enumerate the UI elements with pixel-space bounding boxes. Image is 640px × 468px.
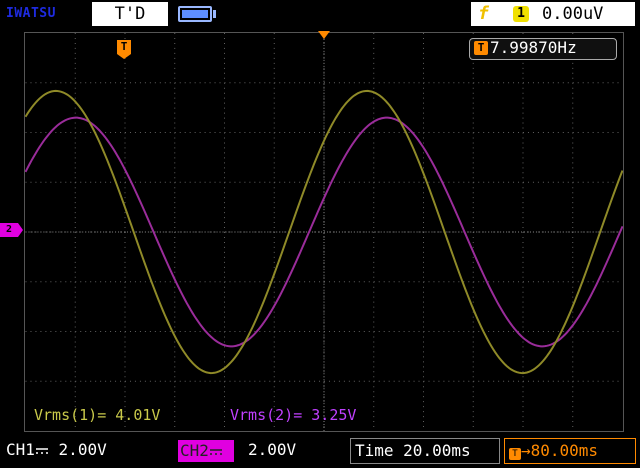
battery-terminal [213, 10, 216, 18]
ch1-scale-indicator[interactable]: CH1 2.00V [6, 440, 107, 459]
trigger-position-marker[interactable]: T [117, 40, 131, 59]
trigger-mode-indicator[interactable]: T'D [92, 2, 168, 26]
ch1-vrms-measurement: Vrms(1)= 4.01V [34, 406, 161, 424]
brand-logo: IWATSU [6, 6, 56, 21]
ch2-marker-arrow [18, 223, 23, 237]
ch2-scale-selector[interactable]: CH2 [178, 440, 234, 462]
ch2-ground-marker[interactable]: 2 [0, 223, 18, 237]
trigger-marker-icon: T [117, 40, 131, 54]
waveform-display[interactable] [24, 32, 624, 432]
time-scale: 20.00ms [403, 441, 471, 460]
trigger-delay-icon: T [509, 448, 521, 460]
frequency-value: 7.99870Hz [490, 38, 577, 57]
battery-icon [178, 6, 212, 22]
trigger-delay-value: →80.00ms [521, 441, 599, 460]
timebase-indicator[interactable]: Time 20.00ms [350, 438, 500, 464]
ch2-vrms-measurement: Vrms(2)= 3.25V [230, 406, 357, 424]
trigger-level: 0.00uV [542, 4, 604, 24]
trigger-delay-indicator[interactable]: T →80.00ms [504, 438, 636, 464]
dc-coupling-icon [209, 448, 222, 455]
frequency-trigger-icon: T [474, 41, 488, 55]
ch2-scale: 2.00V [248, 440, 297, 459]
ch1-scale: 2.00V [58, 440, 107, 459]
horizontal-position-marker[interactable] [318, 31, 330, 39]
ch2-name: CH2 [180, 441, 209, 460]
graticule [25, 33, 623, 431]
trigger-edge-icon: f [478, 3, 489, 24]
time-label: Time [355, 441, 394, 460]
ch1-name: CH1 [6, 440, 35, 459]
trigger-source-badge: 1 [513, 6, 529, 22]
dc-coupling-icon [35, 447, 48, 454]
